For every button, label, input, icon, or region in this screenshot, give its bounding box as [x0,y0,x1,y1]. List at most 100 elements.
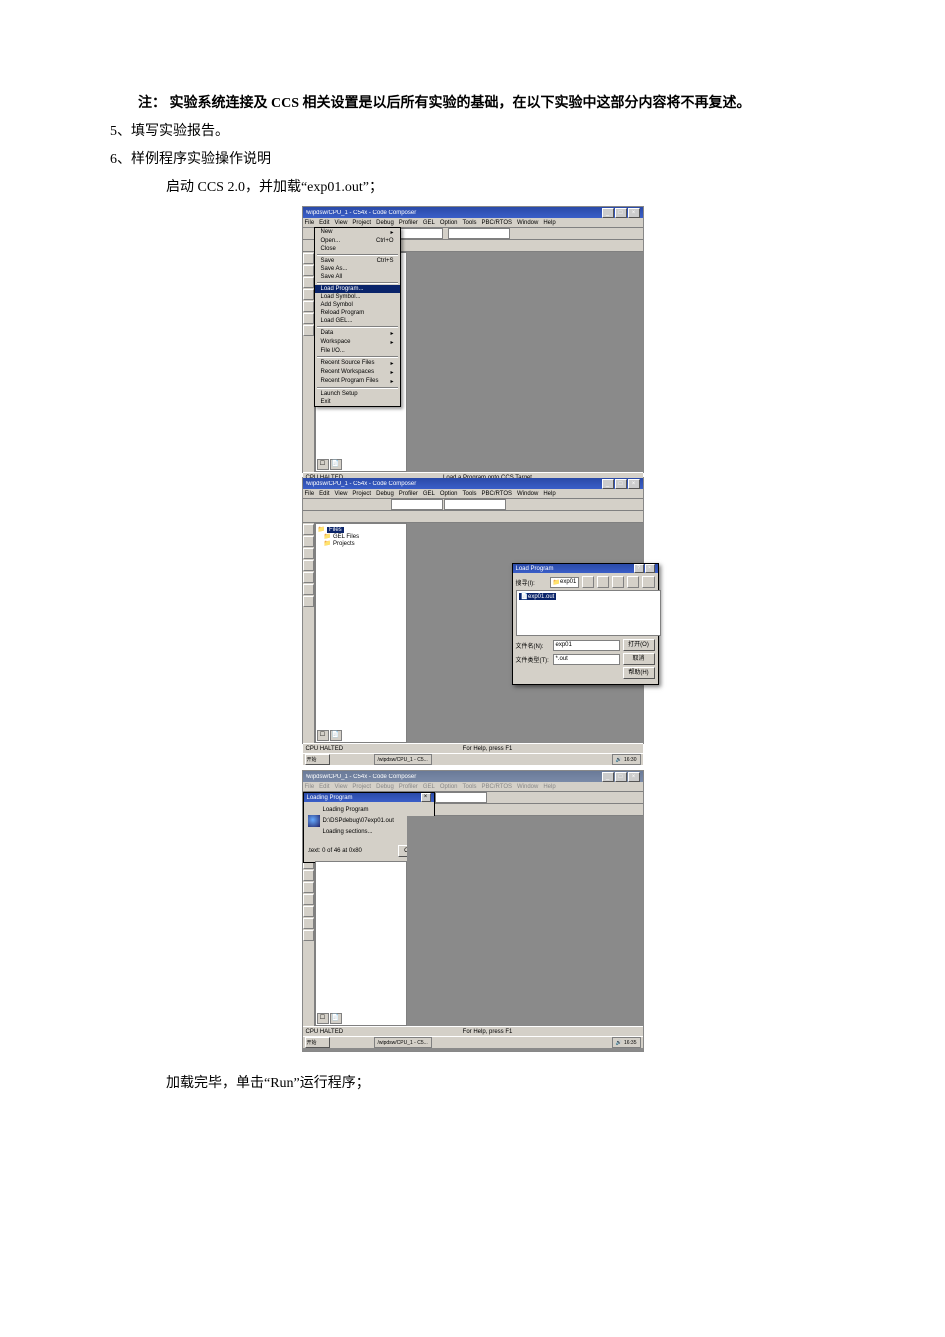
menu-item-recent-src[interactable]: Recent Source Files▸ [315,359,400,368]
ql-icon[interactable] [360,1037,372,1048]
menu-edit[interactable]: Edit [319,220,329,226]
sb-btn[interactable] [303,918,314,929]
tool-icon[interactable] [357,511,369,522]
menu-item-workspace[interactable]: Workspace▸ [315,338,400,347]
sb-btn[interactable] [303,870,314,881]
file-item[interactable]: 📄exp01.out [519,593,557,600]
panel-tab-icon[interactable]: ☐ [317,730,329,741]
cancel-button[interactable]: 取消 [623,653,655,665]
panel-tab-icon[interactable]: ☐ [317,459,329,470]
tool-icon[interactable] [331,511,343,522]
tool-icon[interactable] [488,792,500,803]
tool-icon[interactable] [318,511,330,522]
tool-cut-icon[interactable] [348,499,360,510]
menu-option[interactable]: Option [440,220,458,226]
file-list[interactable]: 📄exp01.out [516,590,661,636]
tool-icon[interactable] [344,511,356,522]
menu-debug[interactable]: Debug [376,220,394,226]
menu-tools[interactable]: Tools [463,491,477,497]
tool-icon[interactable] [514,792,526,803]
menu-profiler[interactable]: Profiler [399,220,418,226]
sb-btn[interactable] [303,325,314,336]
tool-stop-icon[interactable] [537,228,549,239]
dialog-help-icon[interactable]: ? [634,564,644,573]
menu-item-recent-wsp[interactable]: Recent Workspaces▸ [315,368,400,377]
menu-item-new[interactable]: New▸ [315,228,400,237]
menu-item-file-io[interactable]: File I/O... [315,347,400,355]
sb-btn[interactable] [303,894,314,905]
dialog-close-icon[interactable]: × [421,793,431,802]
help-button[interactable]: 帮助(H) [623,667,655,679]
dialog-close-icon[interactable]: × [645,564,655,573]
panel-tab-icon[interactable]: 📄 [330,459,342,470]
sb-btn[interactable] [303,882,314,893]
new-folder-icon[interactable] [612,576,624,588]
tree-root[interactable]: Files [318,526,404,533]
tool-paste-icon[interactable] [374,499,386,510]
menu-item-data[interactable]: Data▸ [315,329,400,338]
tool-icon[interactable] [540,792,552,803]
tool-icon[interactable] [435,804,447,815]
config-combo[interactable] [448,228,510,239]
tool-rebuild-icon[interactable] [524,228,536,239]
menu-pbc[interactable]: PBC/RTOS [482,220,512,226]
tool-icon[interactable] [448,804,460,815]
ql-icon[interactable] [346,754,358,765]
window-titlebar[interactable]: /wipdsw/CPU_1 - C54x - Code Composer _ □… [303,478,643,489]
sb-btn[interactable] [303,548,314,559]
menu-view[interactable]: View [335,220,348,226]
menu-item-add-symbol[interactable]: Add Symbol [315,301,400,309]
minimize-button[interactable]: _ [602,772,614,782]
sb-btn[interactable] [303,313,314,324]
tool-new-icon[interactable] [305,499,317,510]
close-button[interactable]: × [628,479,640,489]
menu-project[interactable]: Project [352,220,371,226]
tool-build-icon[interactable] [511,228,523,239]
tool-icon[interactable] [474,804,486,815]
sb-btn[interactable] [303,253,314,264]
close-button[interactable]: × [628,772,640,782]
up-folder-icon[interactable] [582,576,594,588]
filetype-combo[interactable]: *.out [553,654,620,665]
tool-icon[interactable] [383,511,395,522]
menu-item-exit[interactable]: Exit [315,398,400,406]
menu-tools[interactable]: Tools [463,220,477,226]
taskbar-item[interactable]: /wipdsw/CPU_1 - C5... [374,1037,432,1048]
menu-window[interactable]: Window [517,220,538,226]
panel-tab-icon[interactable]: 📄 [330,730,342,741]
combo[interactable] [435,792,487,803]
maximize-button[interactable]: □ [615,479,627,489]
panel-tab-icon[interactable]: 📄 [330,1013,342,1024]
tool-copy-icon[interactable] [361,499,373,510]
sb-btn[interactable] [303,930,314,941]
sb-btn[interactable] [303,301,314,312]
menu-item-open[interactable]: Open...Ctrl+O [315,237,400,245]
tree-gel[interactable]: GEL Files [318,533,404,540]
menu-profiler[interactable]: Profiler [399,491,418,497]
menu-pbc[interactable]: PBC/RTOS [482,491,512,497]
desktop-icon[interactable] [597,576,609,588]
menu-help[interactable]: Help [543,491,555,497]
tool-open-icon[interactable] [318,499,330,510]
maximize-button[interactable]: □ [615,772,627,782]
menu-project[interactable]: Project [352,491,371,497]
filename-input[interactable]: exp01 [553,640,620,651]
tool-icon[interactable] [527,792,539,803]
menu-item-reload[interactable]: Reload Program [315,309,400,317]
menu-item-load-gel[interactable]: Load GEL... [315,317,400,325]
system-tray[interactable]: 🔊16:35 [612,1037,641,1048]
ql-icon[interactable] [332,754,344,765]
menu-gel[interactable]: GEL [423,491,435,497]
sb-btn[interactable] [303,584,314,595]
tool-icon[interactable] [487,804,499,815]
minimize-button[interactable]: _ [602,479,614,489]
close-button[interactable]: × [628,208,640,218]
sb-btn[interactable] [303,524,314,535]
menu-gel[interactable]: GEL [423,220,435,226]
menu-item-load-symbol[interactable]: Load Symbol... [315,293,400,301]
system-tray[interactable]: 🔊16:30 [612,754,641,765]
tool-icon[interactable] [370,511,382,522]
lookin-combo[interactable]: 📁exp01 [550,577,580,588]
loading-dialog-titlebar[interactable]: Loading Program × [304,793,434,802]
ql-icon[interactable] [332,1037,344,1048]
